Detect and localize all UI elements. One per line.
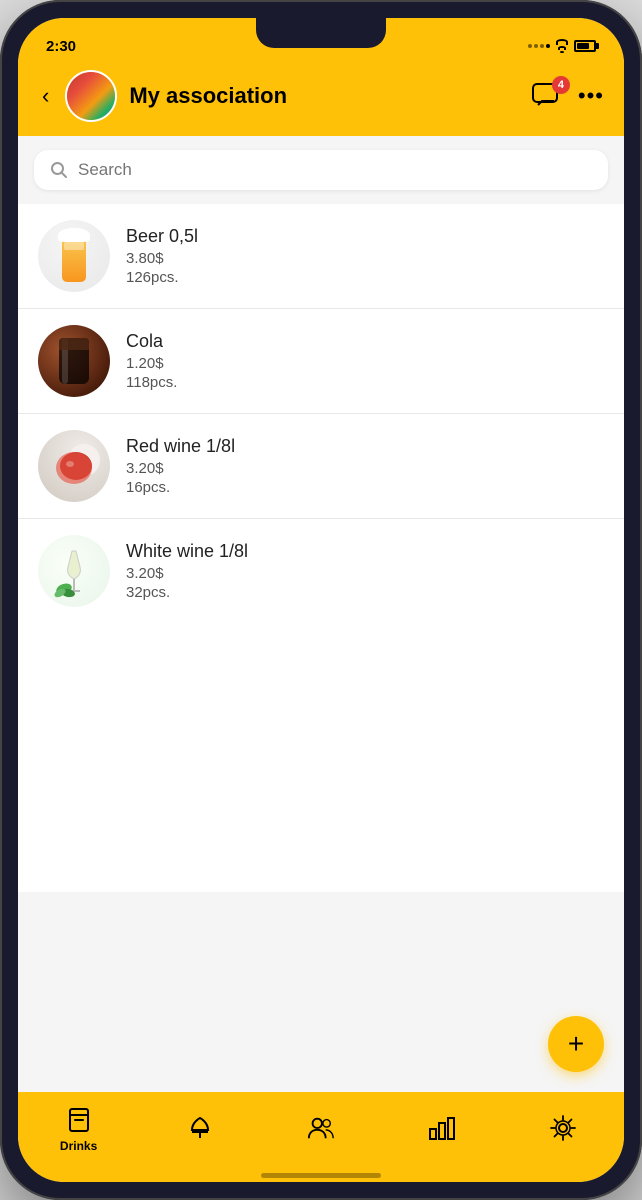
phone-frame: 2:30 ‹ My association <box>0 0 642 1200</box>
avatar[interactable] <box>65 70 117 122</box>
notification-button[interactable]: 4 <box>530 82 562 110</box>
item-qty: 32pcs. <box>126 584 604 601</box>
item-qty: 126pcs. <box>126 269 604 286</box>
item-image-cola <box>38 325 110 397</box>
wifi-icon <box>556 39 568 53</box>
phone-screen: 2:30 ‹ My association <box>18 18 624 1182</box>
item-name: Beer 0,5l <box>126 226 604 247</box>
nav-item-people[interactable] <box>291 1114 351 1146</box>
item-price: 3.80$ <box>126 250 604 267</box>
more-options-button[interactable]: ••• <box>578 83 604 109</box>
list-item[interactable]: Cola 1.20$ 118pcs. <box>18 309 624 414</box>
list-item[interactable]: White wine 1/8l 3.20$ 32pcs. <box>18 519 624 623</box>
item-image-whitewine <box>38 535 110 607</box>
list-item[interactable]: Red wine 1/8l 3.20$ 16pcs. <box>18 414 624 519</box>
item-info: Red wine 1/8l 3.20$ 16pcs. <box>126 436 604 496</box>
food-icon <box>186 1114 214 1142</box>
notification-badge: 4 <box>552 76 570 94</box>
item-qty: 118pcs. <box>126 374 604 391</box>
list-item[interactable]: Beer 0,5l 3.80$ 126pcs. <box>18 204 624 309</box>
item-info: White wine 1/8l 3.20$ 32pcs. <box>126 541 604 601</box>
item-price: 3.20$ <box>126 460 604 477</box>
item-info: Cola 1.20$ 118pcs. <box>126 331 604 391</box>
header: ‹ My association 4 ••• <box>18 62 624 136</box>
item-price: 3.20$ <box>126 565 604 582</box>
search-icon <box>50 161 68 179</box>
nav-item-drinks[interactable]: Drinks <box>49 1107 109 1153</box>
item-image-redwine <box>38 430 110 502</box>
header-actions: 4 ••• <box>530 82 604 110</box>
search-bar <box>34 150 608 190</box>
content-area: Beer 0,5l 3.80$ 126pcs. <box>18 136 624 1092</box>
battery-icon <box>574 40 596 52</box>
item-image-beer <box>38 220 110 292</box>
items-list: Beer 0,5l 3.80$ 126pcs. <box>18 204 624 892</box>
drinks-icon <box>65 1107 93 1135</box>
people-icon <box>307 1114 335 1142</box>
search-input[interactable] <box>78 160 592 180</box>
list-footer: + <box>18 892 624 1092</box>
item-name: White wine 1/8l <box>126 541 604 562</box>
nav-item-stats[interactable] <box>412 1114 472 1146</box>
status-icons <box>528 39 596 53</box>
notch <box>256 18 386 48</box>
nav-label-drinks: Drinks <box>60 1139 97 1153</box>
item-qty: 16pcs. <box>126 479 604 496</box>
item-info: Beer 0,5l 3.80$ 126pcs. <box>126 226 604 286</box>
search-container <box>18 136 624 204</box>
signal-icon <box>528 44 550 48</box>
bottom-nav: Drinks <box>18 1092 624 1182</box>
nav-item-settings[interactable] <box>533 1114 593 1146</box>
item-name: Cola <box>126 331 604 352</box>
add-button[interactable]: + <box>548 1016 604 1072</box>
home-indicator <box>261 1173 381 1178</box>
back-button[interactable]: ‹ <box>38 79 53 113</box>
nav-item-food[interactable] <box>170 1114 230 1146</box>
page-title: My association <box>129 83 518 109</box>
status-time: 2:30 <box>46 38 76 55</box>
item-price: 1.20$ <box>126 355 604 372</box>
item-name: Red wine 1/8l <box>126 436 604 457</box>
settings-icon <box>549 1114 577 1142</box>
stats-icon <box>428 1114 456 1142</box>
